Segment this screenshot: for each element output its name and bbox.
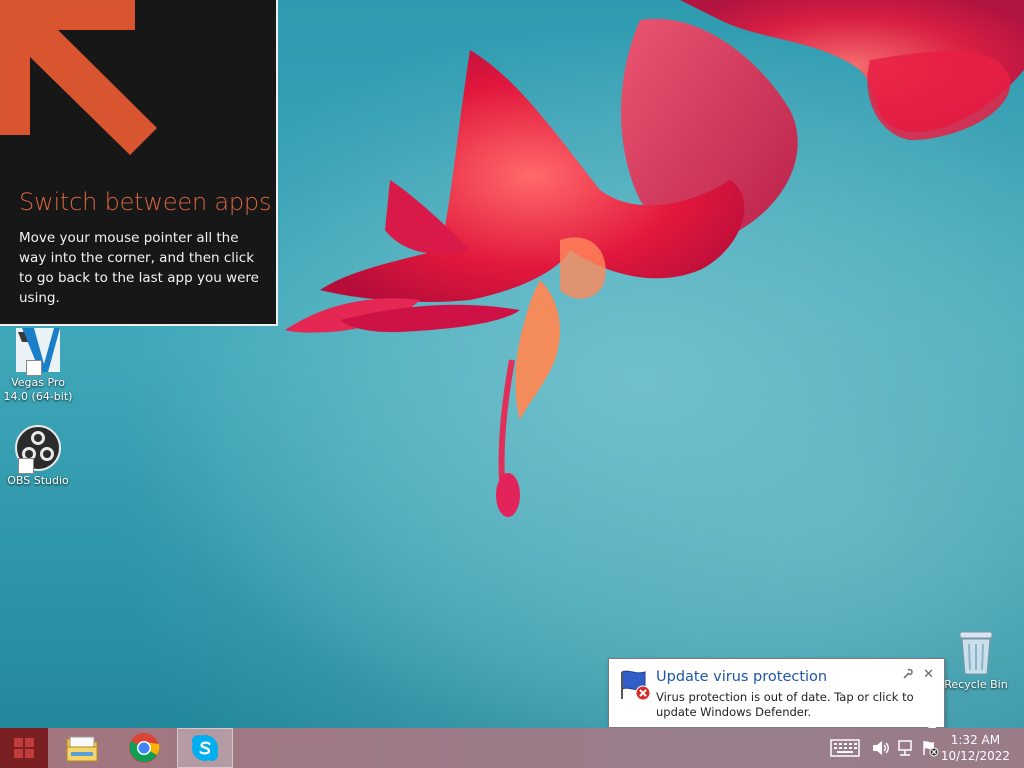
notification-text: Virus protection is out of date. Tap or … xyxy=(656,690,914,719)
desktop-icon-recycle-bin[interactable]: Recycle Bin xyxy=(938,630,1014,692)
start-button[interactable] xyxy=(0,728,48,768)
obs-studio-icon xyxy=(14,424,62,474)
desktop-icon-obs-studio[interactable]: OBS Studio xyxy=(0,424,76,488)
desktop-icon-label: Recycle Bin xyxy=(944,678,1008,691)
tip-title: Switch between apps xyxy=(19,188,272,216)
desktop-icon-label: OBS Studio xyxy=(7,474,69,487)
vegas-pro-icon xyxy=(14,326,62,376)
tip-body: Move your mouse pointer all the way into… xyxy=(19,230,259,306)
clock-date: 10/12/2022 xyxy=(940,749,1010,763)
volume-icon[interactable] xyxy=(872,738,890,758)
wrench-icon[interactable] xyxy=(902,668,914,680)
network-icon[interactable] xyxy=(897,738,915,758)
keyboard-icon[interactable] xyxy=(830,738,860,758)
chrome-icon xyxy=(129,733,160,763)
taskbar-clock[interactable]: 1:32 AM 10/12/2022 xyxy=(941,732,1010,764)
desktop-icon-label: Vegas Pro 14.0 (64-bit) xyxy=(3,376,73,403)
close-icon[interactable]: ✕ xyxy=(923,667,934,682)
recycle-bin-icon xyxy=(956,630,996,676)
switch-apps-tip-panel: Switch between apps Move your mouse poin… xyxy=(0,0,278,326)
taskbar-chrome[interactable] xyxy=(116,728,172,768)
taskbar-skype[interactable] xyxy=(177,728,233,768)
folder-icon xyxy=(66,736,98,762)
desktop-icon-vegas-pro[interactable]: Vegas Pro 14.0 (64-bit) xyxy=(0,326,76,404)
windows-defender-flag-icon xyxy=(621,670,651,701)
action-center-icon[interactable] xyxy=(921,738,939,758)
taskbar: 1:32 AM 10/12/2022 xyxy=(0,728,1024,768)
defender-notification[interactable]: Update virus protection Virus protection… xyxy=(608,658,945,728)
skype-icon xyxy=(192,735,218,761)
clock-time: 1:32 AM xyxy=(950,733,1001,747)
notification-title: Update virus protection xyxy=(656,669,828,685)
arrow-up-left-icon xyxy=(0,0,157,155)
windows-start-icon xyxy=(14,738,34,758)
taskbar-file-explorer[interactable] xyxy=(54,728,110,768)
